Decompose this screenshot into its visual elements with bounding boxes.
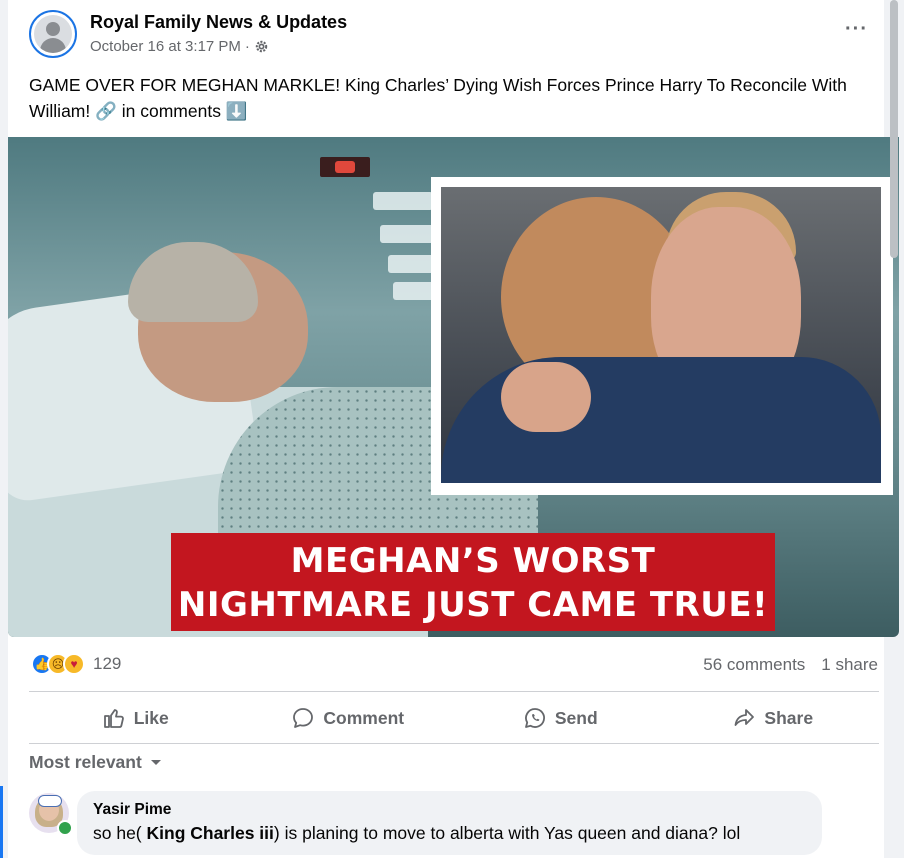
comment-mention[interactable]: King Charles iii xyxy=(147,823,274,843)
inset-photo xyxy=(431,177,893,495)
gear-icon[interactable] xyxy=(254,39,269,54)
comment-bubble-icon xyxy=(293,708,314,728)
comment-highlight-bar xyxy=(0,786,3,858)
comment-label: Comment xyxy=(323,707,405,728)
post-image[interactable]: MEGHAN’S WORST NIGHTMARE JUST CAME TRUE! xyxy=(8,137,899,637)
exit-sign xyxy=(320,157,370,177)
headline-banner: MEGHAN’S WORST NIGHTMARE JUST CAME TRUE! xyxy=(171,533,775,631)
banner-line-1: MEGHAN’S WORST xyxy=(290,541,656,581)
send-label: Send xyxy=(554,707,598,728)
whatsapp-icon xyxy=(524,708,545,728)
post-actions: Like Comment Send Share xyxy=(29,693,879,743)
send-button[interactable]: Send xyxy=(454,693,667,743)
comment-button[interactable]: Comment xyxy=(242,693,455,743)
divider xyxy=(29,743,879,744)
comment-text-end: ) is planing to move to alberta with Yas… xyxy=(273,823,741,843)
comment-author[interactable]: Yasir Pime xyxy=(93,801,806,819)
comment-bubble: Yasir Pime so he( King Charles iii) is p… xyxy=(77,791,822,855)
comment-text: so he( King Charles iii) is planing to m… xyxy=(93,823,806,844)
banner-line-2: NIGHTMARE JUST CAME TRUE! xyxy=(177,585,769,625)
reaction-count: 129 xyxy=(93,654,122,673)
meta-separator: · xyxy=(244,38,250,55)
thumbs-up-icon xyxy=(103,709,124,728)
page-avatar[interactable] xyxy=(29,10,77,58)
share-arrow-icon xyxy=(735,709,755,726)
caret-down-icon xyxy=(150,759,161,765)
divider xyxy=(29,691,879,692)
like-label: Like xyxy=(133,707,169,728)
page-name-link[interactable]: Royal Family News & Updates xyxy=(90,12,347,33)
comments-count-link[interactable]: 56 comments xyxy=(703,655,805,675)
care-icon: ♥ xyxy=(63,653,85,675)
reactions-summary[interactable]: 👍 ☹ ♥ 129 xyxy=(31,653,121,675)
more-options-icon[interactable]: ··· xyxy=(845,18,868,41)
online-status-dot xyxy=(57,820,73,836)
sort-label: Most relevant xyxy=(29,752,142,772)
engagement-counts: 56 comments 1 share xyxy=(703,655,878,675)
post-timestamp[interactable]: October 16 at 3:17 PM xyxy=(90,38,241,55)
share-label: Share xyxy=(764,707,814,728)
share-button[interactable]: Share xyxy=(667,693,880,743)
post-text: GAME OVER FOR MEGHAN MARKLE! King Charle… xyxy=(29,75,847,121)
scrollbar[interactable] xyxy=(890,0,898,258)
shares-count-link[interactable]: 1 share xyxy=(821,655,878,675)
post-meta: October 16 at 3:17 PM · xyxy=(90,38,269,55)
post-card: Royal Family News & Updates October 16 a… xyxy=(8,0,899,858)
comment-sort-dropdown[interactable]: Most relevant xyxy=(29,752,162,773)
like-button[interactable]: Like xyxy=(29,693,242,743)
default-profile-icon xyxy=(34,15,72,53)
comment-text-start: so he( xyxy=(93,823,147,843)
